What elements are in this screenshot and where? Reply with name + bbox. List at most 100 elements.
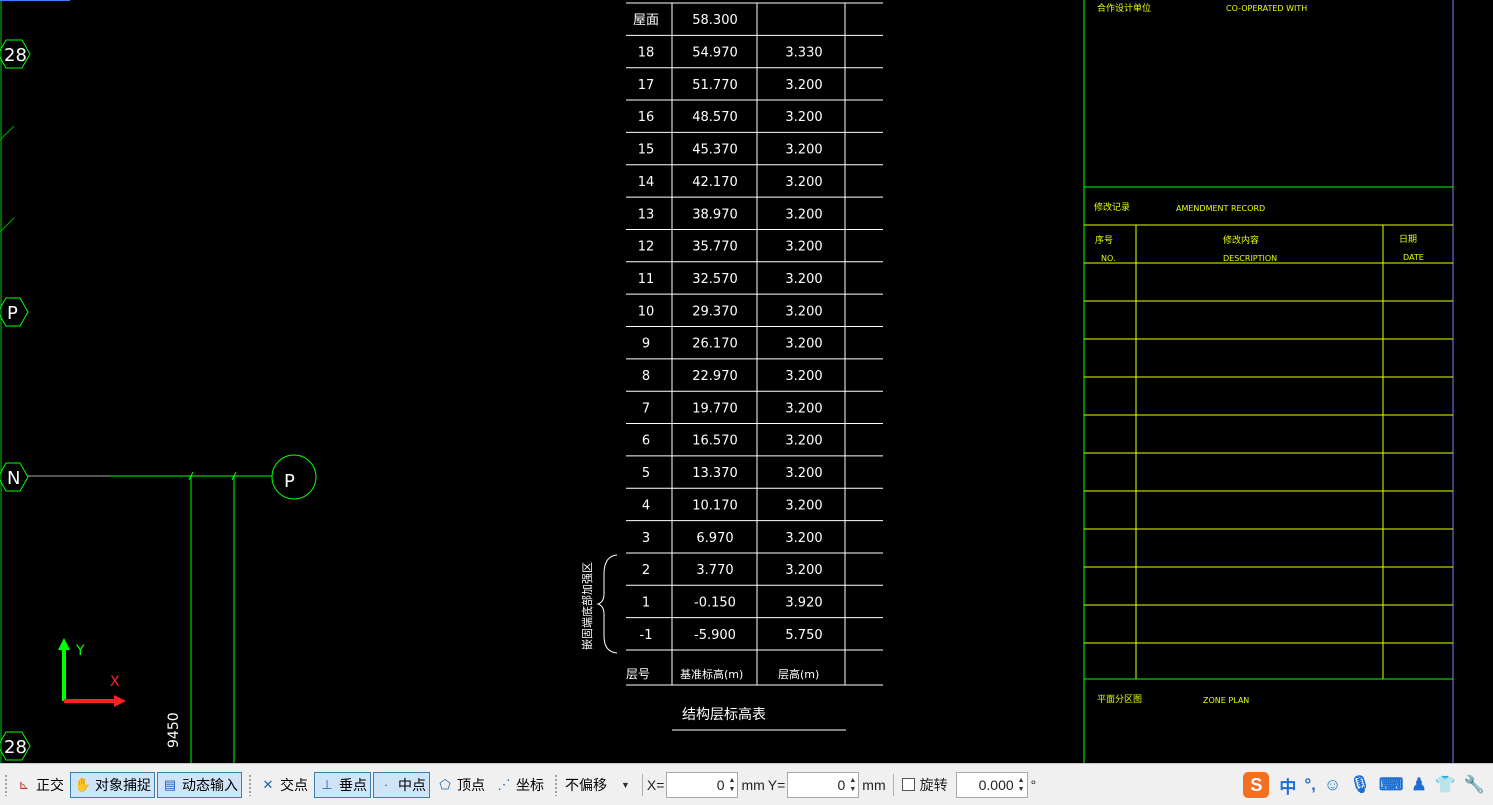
row-elevation: 22.970 (692, 369, 738, 384)
ucs-icon: Y X (58, 638, 126, 707)
tb-text: AMENDMENT RECORD (1176, 204, 1265, 213)
vertex-snap-button[interactable]: ⬠ 顶点 (432, 772, 489, 798)
toolbar-grip[interactable] (4, 773, 8, 796)
ime-chinese-mode[interactable]: 中 (1279, 773, 1296, 798)
x-label: X= (646, 776, 665, 793)
x-coordinate-input[interactable]: 0 ▲ ▼ (666, 771, 739, 798)
row-floor-no: -1 (640, 628, 653, 643)
row-height: 3.200 (785, 531, 822, 546)
row-floor-no: 屋面 (633, 13, 659, 28)
object-snap-button[interactable]: ✋ 对象捕捉 (70, 771, 155, 798)
perpendicular-label: 垂点 (339, 776, 367, 793)
grid-label: 28 (4, 45, 27, 66)
row-height: 3.200 (785, 304, 822, 319)
tb-text: 平面分区图 (1097, 694, 1142, 705)
row-height: 5.750 (785, 628, 822, 643)
row-elevation: 58.300 (692, 13, 738, 28)
microphone-icon[interactable]: 🎙 (1349, 775, 1371, 795)
tb-text: DATE (1403, 253, 1424, 262)
row-elevation: 3.770 (696, 563, 733, 578)
vertex-label: 顶点 (457, 776, 485, 793)
row-floor-no: 4 (642, 498, 650, 513)
midpoint-snap-button[interactable]: · 中点 (373, 771, 430, 798)
header-height: 层高(m) (778, 667, 819, 681)
y-coordinate-input[interactable]: 0 ▲ ▼ (787, 771, 860, 798)
wrench-icon[interactable]: 🔧 (1464, 775, 1485, 795)
row-floor-no: 7 (642, 401, 650, 416)
sogou-logo-icon[interactable]: S (1243, 772, 1270, 798)
offset-select[interactable]: 不偏移 ▼ (561, 773, 634, 797)
diag-mark (0, 217, 15, 233)
row-elevation: 13.370 (692, 466, 738, 481)
grid-label: P (7, 303, 18, 324)
ucs-y-label: Y (75, 643, 85, 659)
perpendicular-icon: ⊥ (321, 776, 333, 792)
header-elevation: 基准标高(m) (680, 667, 743, 681)
row-elevation: 32.570 (692, 272, 738, 287)
tb-text: CO-OPERATED WITH (1226, 4, 1307, 13)
header-no: 层号 (626, 667, 650, 681)
intersection-snap-button[interactable]: ✕ 交点 (255, 772, 312, 798)
dimension-text: 9450 (166, 712, 182, 748)
rotate-input[interactable]: 0.000 ▲ ▼ (955, 771, 1028, 798)
spin-arrows-icon[interactable]: ▲ ▼ (1018, 776, 1025, 794)
x-unit: mm (741, 776, 765, 793)
row-floor-no: 13 (638, 207, 655, 222)
tb-text: 序号 (1095, 234, 1113, 246)
drawing-canvas[interactable]: 28 P N 28 P 9450 Y X 屋面 58.300 18 54.970 3.3 (0, 0, 1493, 763)
row-height: 3.200 (785, 434, 822, 449)
ime-punctuation[interactable]: °, (1304, 775, 1316, 795)
row-elevation: 10.170 (692, 498, 738, 513)
row-floor-no: 18 (638, 46, 655, 61)
grid-label: P (284, 471, 295, 492)
row-floor-no: 11 (638, 272, 655, 287)
degree-unit: ° (1030, 776, 1037, 793)
y-unit: mm (862, 776, 886, 793)
spin-arrows-icon[interactable]: ▲ ▼ (729, 776, 736, 794)
x-value: 0 (716, 776, 725, 793)
row-floor-no: 6 (642, 434, 650, 449)
row-floor-no: 15 (638, 143, 655, 158)
tb-text: DESCRIPTION (1223, 254, 1277, 263)
row-height: 3.200 (785, 175, 822, 190)
intersection-icon: ✕ (262, 776, 274, 792)
grid-bubble-p-left: P (0, 297, 29, 327)
toolbar-grip[interactable] (248, 773, 252, 796)
ortho-button[interactable]: ⊾ 正交 (11, 772, 68, 798)
status-toolbar: ⊾ 正交 ✋ 对象捕捉 ▤ 动态输入 ✕ 交点 ⊥ 垂点 · 中点 ⬠ 顶点 ⋰… (0, 763, 1493, 805)
user-icon[interactable]: ♟ (1411, 775, 1426, 795)
tb-text: 修改记录 (1094, 201, 1130, 213)
grid-label: 28 (4, 737, 27, 758)
toolbar-grip[interactable] (554, 773, 558, 796)
emoji-icon[interactable]: ☺ (1324, 775, 1341, 795)
grid-bubble-28-top: 28 (0, 39, 31, 69)
ime-toolbar[interactable]: S 中 °, ☺ 🎙 ⌨ ♟ 👕 🔧 (1243, 770, 1489, 800)
row-floor-no: 16 (638, 110, 655, 125)
skin-icon[interactable]: 👕 (1435, 775, 1456, 795)
tb-record-rows (1084, 262, 1453, 644)
spin-arrows-icon[interactable]: ▲ ▼ (849, 776, 856, 794)
row-height: 3.200 (785, 78, 822, 93)
brace (596, 554, 618, 654)
row-height: 3.200 (785, 272, 822, 287)
ucs-x-label: X (110, 674, 120, 690)
keyboard-icon[interactable]: ⌨ (1379, 775, 1404, 795)
grid-label: N (7, 468, 20, 489)
perpendicular-snap-button[interactable]: ⊥ 垂点 (314, 771, 371, 798)
row-floor-no: 12 (638, 240, 655, 255)
row-floor-no: 17 (638, 78, 655, 93)
row-elevation: 51.770 (692, 78, 738, 93)
rotate-checkbox[interactable] (901, 778, 915, 791)
dynamic-input-label: 动态输入 (182, 776, 238, 793)
row-elevation: -0.150 (694, 595, 736, 610)
brace-label: 嵌固端底部加强区 (580, 562, 594, 650)
row-floor-no: 10 (638, 304, 655, 319)
row-floor-no: 5 (642, 466, 650, 481)
ortho-label: 正交 (36, 776, 64, 793)
rotate-value: 0.000 (978, 776, 1014, 793)
row-height: 3.920 (785, 595, 822, 610)
coordinate-button[interactable]: ⋰ 坐标 (491, 772, 548, 798)
separator (892, 773, 894, 796)
dynamic-input-button[interactable]: ▤ 动态输入 (157, 771, 242, 798)
object-snap-icon: ✋ (74, 776, 92, 792)
